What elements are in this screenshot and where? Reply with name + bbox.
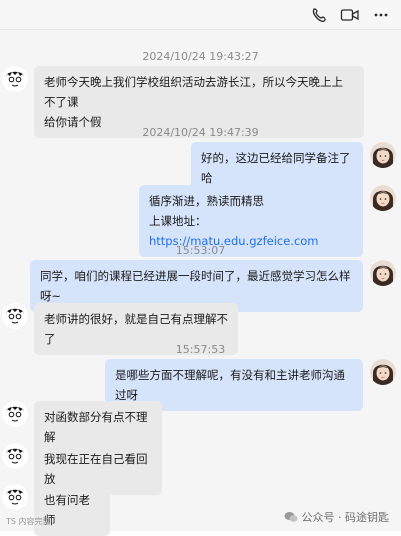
avatar[interactable] (370, 359, 396, 385)
timestamp: 2024/10/24 19:43:27 (142, 50, 259, 63)
avatar[interactable] (370, 142, 396, 168)
watermark: 公众号 · 码途钥匙 (284, 509, 390, 525)
chat-area: 2024/10/24 19:43:27 老师今天晚上我们学校组织活动去游长江，所… (0, 30, 401, 536)
watermark-left: TS 内容完整 (6, 517, 51, 526)
message-text: 也有问老师 (44, 493, 90, 527)
phone-icon[interactable] (310, 6, 328, 24)
message-text: 同学，咱们的课程已经进展一段时间了，最近感觉学习怎么样呀~ (40, 269, 351, 303)
timestamp: 2024/10/24 19:47:39 (142, 126, 259, 139)
avatar[interactable] (370, 260, 396, 286)
avatar[interactable] (2, 66, 28, 92)
avatar[interactable] (2, 401, 28, 427)
message-text: 是哪些方面不理解呢，有没有和主讲老师沟通过呀 (115, 368, 345, 402)
link-label: 上课地址： (149, 214, 207, 228)
message-text: 好的，这边已经给同学备注了哈 (201, 151, 351, 185)
message-text: 我现在正在自己看回放 (44, 452, 148, 486)
video-icon[interactable] (340, 6, 360, 24)
avatar[interactable] (370, 185, 396, 211)
avatar[interactable] (2, 443, 28, 469)
watermark-text: 公众号 · 码途钥匙 (301, 511, 390, 524)
message-bubble-incoming[interactable]: 也有问老师 (34, 484, 110, 536)
chat-header (0, 0, 401, 30)
timestamp: 15:57:53 (175, 343, 226, 356)
avatar[interactable] (2, 484, 28, 510)
message-text: 老师今天晚上我们学校组织活动去游长江，所以今天晚上上不了课 (44, 75, 343, 109)
message-text: 对函数部分有点不理解 (44, 410, 148, 444)
message-text: 循序渐进，熟读而精思 (149, 194, 264, 208)
more-icon[interactable] (372, 6, 390, 24)
avatar[interactable] (2, 303, 28, 329)
wechat-icon (284, 512, 297, 522)
timestamp: 15:53:07 (175, 244, 226, 257)
